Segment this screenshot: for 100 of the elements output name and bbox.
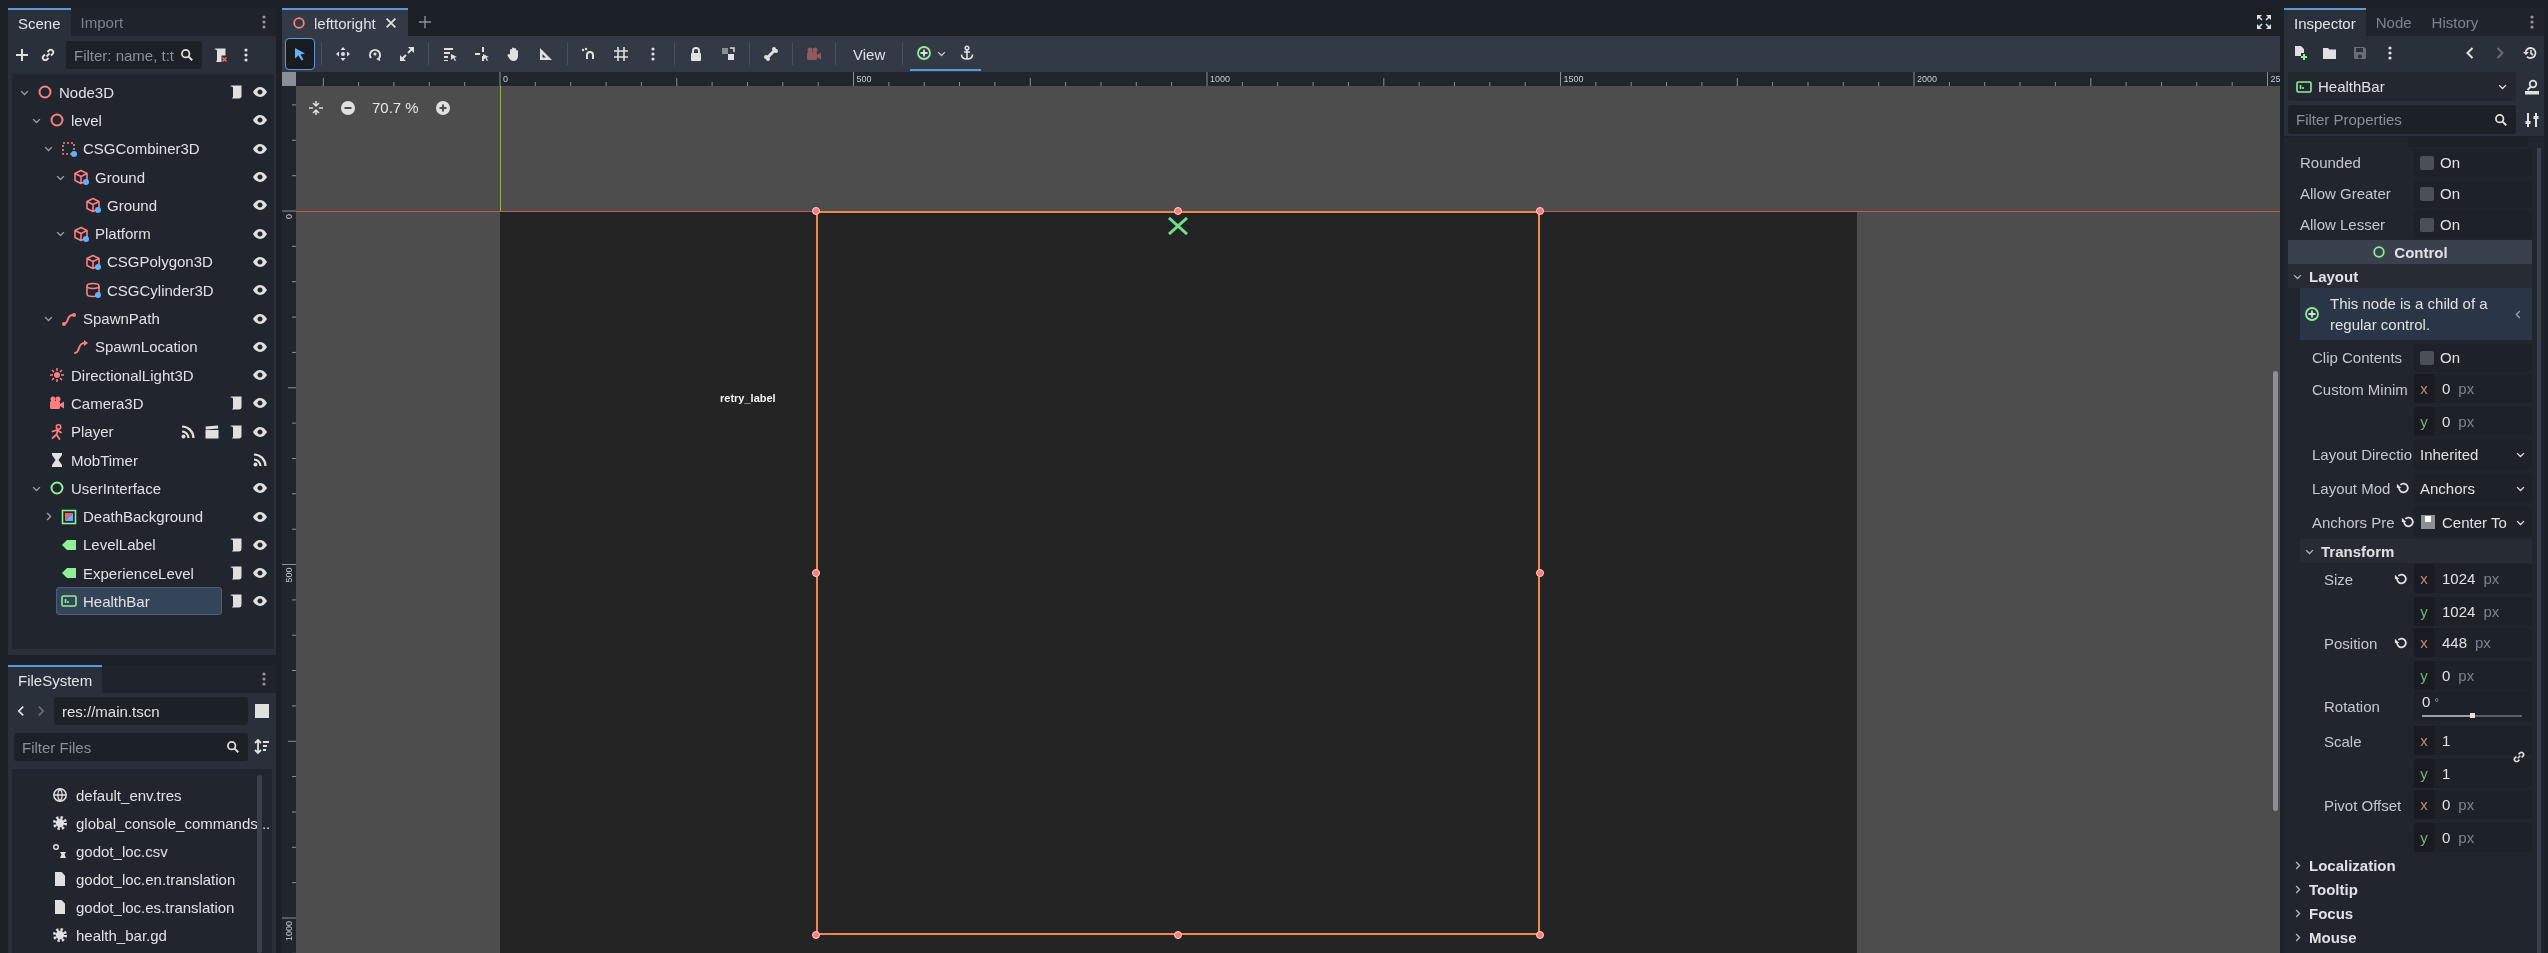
scroll-icon[interactable] — [228, 395, 244, 412]
filter-field[interactable]: Filter: name, t:t — [66, 41, 202, 69]
file-item[interactable]: godot_loc.csv — [52, 837, 272, 865]
tree-item[interactable]: Platform — [68, 219, 246, 248]
tree-item[interactable]: Node3D — [32, 78, 222, 107]
resize-handle[interactable] — [1174, 207, 1182, 215]
new-file-icon[interactable] — [2292, 45, 2308, 61]
resize-handle[interactable] — [1536, 569, 1544, 577]
tree-item[interactable]: DeathBackground — [56, 502, 246, 531]
link-icon[interactable] — [2512, 750, 2526, 764]
fullscreen-icon[interactable] — [2256, 14, 2272, 30]
dock-tab[interactable]: Import — [70, 8, 134, 36]
scroll-icon[interactable] — [228, 593, 244, 610]
select-tool-button[interactable] — [286, 39, 314, 69]
number-field[interactable]: x 448 px — [2414, 628, 2532, 657]
revert-icon[interactable] — [2394, 572, 2408, 586]
section-header[interactable]: Mouse — [2288, 925, 2532, 949]
path-field[interactable]: res://main.tscn — [54, 697, 248, 725]
number-field[interactable]: y 1 — [2414, 759, 2532, 788]
file-item[interactable]: global_console_commands... — [52, 809, 272, 837]
square-icon[interactable] — [254, 703, 270, 719]
scroll-icon[interactable] — [228, 536, 244, 553]
checkbox[interactable]: On — [2414, 210, 2532, 239]
resize-handle[interactable] — [1174, 931, 1182, 939]
section-header[interactable]: Layout — [2288, 264, 2532, 288]
tree-item[interactable]: UserInterface — [44, 474, 246, 503]
tree-item[interactable]: Ground — [80, 191, 246, 220]
tree-item[interactable]: HealthBar — [56, 587, 222, 616]
tree-item[interactable]: LevelLabel — [56, 530, 222, 559]
checkbox[interactable]: On — [2414, 343, 2532, 372]
number-field[interactable]: x 1024 px — [2414, 564, 2532, 593]
tree-item[interactable]: ExperienceLevel — [56, 559, 222, 588]
file-item[interactable]: godot_loc.en.translation — [52, 865, 272, 893]
dropdown[interactable]: Anchors — [2414, 473, 2532, 503]
tree-item[interactable]: Ground — [68, 163, 246, 192]
tree-item[interactable]: SpawnLocation — [68, 332, 246, 361]
file-item[interactable]: health_bar.gd — [52, 921, 272, 949]
checkbox[interactable]: On — [2414, 179, 2532, 208]
number-field[interactable]: y 0 px — [2414, 823, 2532, 852]
slider-thumb[interactable] — [2470, 713, 2475, 718]
link-icon[interactable] — [40, 47, 56, 63]
number-field[interactable]: x 0 px — [2414, 790, 2532, 819]
view-menu[interactable]: View — [843, 39, 896, 69]
revert-icon[interactable] — [2394, 636, 2408, 650]
history-icon[interactable] — [2522, 45, 2538, 61]
number-field[interactable]: y 0 px — [2414, 407, 2532, 436]
scroll-remove-icon[interactable] — [212, 47, 228, 63]
close-icon[interactable] — [383, 16, 398, 30]
section-header[interactable]: Focus — [2288, 901, 2532, 925]
node-picker[interactable]: HealthBar — [2288, 72, 2516, 101]
scrollbar[interactable] — [2273, 371, 2278, 811]
dropdown[interactable]: Inherited — [2414, 439, 2532, 469]
dock-tab[interactable]: History — [2421, 8, 2489, 36]
scroll-icon[interactable] — [228, 423, 244, 440]
zoom-level[interactable]: 70.7 % — [372, 99, 419, 116]
resize-handle[interactable] — [812, 931, 820, 939]
clapperboard-icon[interactable] — [204, 423, 220, 440]
dock-tab[interactable]: Node — [2365, 8, 2422, 36]
resize-handle[interactable] — [1536, 207, 1544, 215]
tree-item[interactable]: SpawnPath — [56, 304, 246, 333]
tree-item[interactable]: level — [44, 106, 246, 135]
tree-item[interactable]: Camera3D — [44, 389, 222, 418]
resize-handle[interactable] — [1536, 931, 1544, 939]
add-tab-icon[interactable] — [417, 15, 432, 29]
sort-icon[interactable] — [254, 739, 270, 755]
checkbox[interactable]: On — [2414, 148, 2532, 177]
section-header[interactable]: Transform — [2300, 539, 2532, 563]
doc-search-icon[interactable] — [2524, 78, 2540, 95]
zoom-out-icon[interactable] — [340, 99, 356, 116]
section-header[interactable]: Localization — [2288, 853, 2532, 877]
resize-handle[interactable] — [812, 569, 820, 577]
revert-icon[interactable] — [2400, 515, 2415, 529]
tree-item[interactable]: MobTimer — [44, 446, 246, 474]
scroll-icon[interactable] — [228, 84, 244, 101]
zoom-in-icon[interactable] — [434, 99, 451, 116]
number-field[interactable]: y 1024 px — [2414, 597, 2532, 626]
tree-item[interactable]: Player — [44, 417, 174, 446]
tools-icon[interactable] — [2524, 111, 2540, 128]
revert-icon[interactable] — [2396, 481, 2411, 495]
signal-icon[interactable] — [180, 423, 196, 440]
tree-item[interactable]: CSGCombiner3D — [56, 134, 246, 163]
number-field[interactable]: x 1 — [2414, 726, 2532, 755]
dock-tab[interactable]: FileSystem — [8, 665, 103, 693]
file-item[interactable]: default_env.tres — [52, 781, 272, 809]
tree-item[interactable]: CSGPolygon3D — [80, 247, 246, 276]
slider-field[interactable]: 0 ° — [2414, 691, 2532, 721]
number-field[interactable]: y 0 px — [2414, 661, 2532, 690]
tree-item[interactable]: CSGCylinder3D — [80, 276, 246, 305]
tree-item[interactable]: DirectionalLight3D — [44, 361, 246, 390]
anchor-icon[interactable] — [1167, 217, 1189, 235]
dock-tab[interactable]: Scene — [8, 8, 71, 36]
document-tab[interactable]: lefttoright — [282, 8, 408, 36]
dropdown[interactable]: Center To — [2414, 507, 2532, 537]
section-header[interactable]: Tooltip — [2288, 877, 2532, 901]
filter-field[interactable]: Filter Properties — [2288, 105, 2516, 134]
folder-icon[interactable] — [2322, 45, 2338, 61]
zoom-reset-icon[interactable] — [308, 99, 324, 116]
resize-handle[interactable] — [812, 207, 820, 215]
signal-icon[interactable] — [252, 452, 268, 468]
scroll-icon[interactable] — [228, 565, 244, 582]
